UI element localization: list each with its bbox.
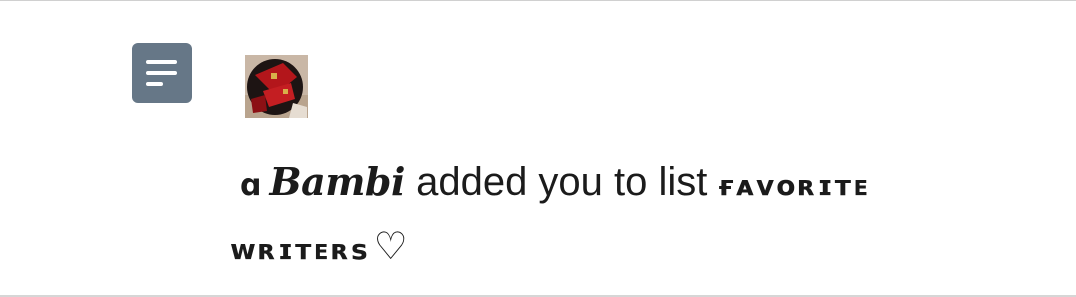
top-divider [0,0,1076,1]
name-prefix-glyph: ɑ [240,168,262,203]
notification-message: ɑ Bambi added you to list ғᴀᴠᴏʀɪᴛᴇ ᴡʀɪᴛᴇʀ… [230,152,950,280]
list-name-link-part2[interactable]: ᴡʀɪᴛᴇʀs [230,233,370,266]
user-name-link[interactable]: Bambi [269,159,405,204]
notification-line-2: ᴡʀɪᴛᴇʀs ♡ [230,216,950,280]
action-text: added you to list [416,160,708,204]
list-name-link-part1[interactable]: ғᴀᴠᴏʀɪᴛᴇ [719,169,871,202]
avatar[interactable] [245,55,308,118]
notification-line-1: ɑ Bambi added you to list ғᴀᴠᴏʀɪᴛᴇ [230,152,950,216]
heart-icon: ♡ [373,224,408,268]
list-lines-icon[interactable] [132,43,192,103]
